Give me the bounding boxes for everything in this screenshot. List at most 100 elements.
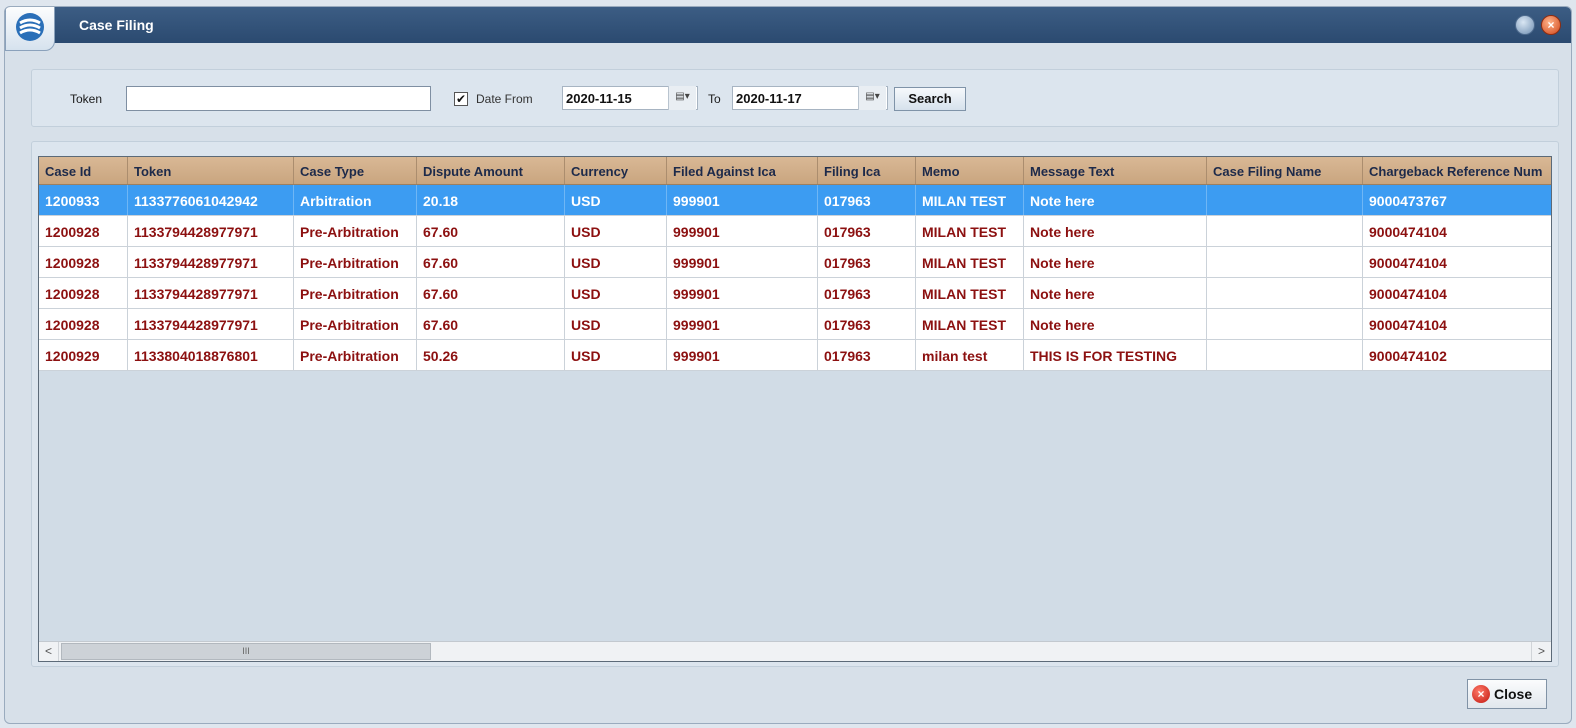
to-label: To — [708, 92, 721, 106]
table-cell: 999901 — [667, 309, 818, 339]
table-cell — [1207, 185, 1363, 215]
minimize-button[interactable] — [1515, 15, 1535, 35]
column-header[interactable]: Token — [128, 157, 294, 184]
table-row[interactable]: 1200928 1133794428977971 Pre-Arbitration 67… — [39, 309, 1551, 340]
date-from-label: Date From — [476, 92, 533, 106]
table-cell — [1207, 216, 1363, 246]
table-cell: Pre-Arbitration — [294, 278, 417, 308]
table-cell: MILAN TEST — [916, 247, 1024, 277]
table-cell: 017963 — [818, 309, 916, 339]
scroll-left-arrow-icon[interactable]: < — [39, 642, 59, 661]
table-cell: MILAN TEST — [916, 309, 1024, 339]
table-cell: 999901 — [667, 278, 818, 308]
table-cell: 1133794428977971 — [128, 278, 294, 308]
table-cell: 20.18 — [417, 185, 565, 215]
table-cell — [1207, 278, 1363, 308]
table-cell: 999901 — [667, 340, 818, 370]
table-cell: 9000474104 — [1363, 309, 1551, 339]
date-from-picker-icon[interactable]: ▤▾ — [668, 86, 696, 110]
grid-header: Case Id Token Case Type Dispute Amount Curre… — [39, 157, 1551, 185]
case-grid[interactable]: Case Id Token Case Type Dispute Amount Curre… — [38, 156, 1552, 662]
date-from-checkbox[interactable]: ✔ — [454, 92, 468, 106]
date-to-picker-icon[interactable]: ▤▾ — [858, 86, 886, 110]
table-cell: Note here — [1024, 216, 1207, 246]
column-header[interactable]: Dispute Amount — [417, 157, 565, 184]
table-row[interactable]: 1200933 1133776061042942 Arbitration 20.18 U… — [39, 185, 1551, 216]
column-header[interactable]: Chargeback Reference Num — [1363, 157, 1551, 184]
table-cell: 017963 — [818, 185, 916, 215]
table-cell: 017963 — [818, 340, 916, 370]
table-cell: MILAN TEST — [916, 278, 1024, 308]
table-cell: 017963 — [818, 247, 916, 277]
column-header[interactable]: Currency — [565, 157, 667, 184]
column-header[interactable]: Message Text — [1024, 157, 1207, 184]
table-cell: 67.60 — [417, 247, 565, 277]
table-cell: Pre-Arbitration — [294, 216, 417, 246]
column-header[interactable]: Case Filing Name — [1207, 157, 1363, 184]
token-input[interactable] — [126, 86, 431, 111]
filter-panel: Token ✔ Date From 2020-11-15 ▤▾ To 2020-… — [31, 69, 1559, 127]
table-cell — [1207, 309, 1363, 339]
close-button-label: Close — [1494, 686, 1533, 702]
close-x-icon: × — [1472, 685, 1490, 703]
table-row[interactable]: 1200928 1133794428977971 Pre-Arbitration 67… — [39, 247, 1551, 278]
table-cell: Note here — [1024, 247, 1207, 277]
table-row[interactable]: 1200928 1133794428977971 Pre-Arbitration 67… — [39, 216, 1551, 247]
table-cell: 1200929 — [39, 340, 128, 370]
table-cell: 1200928 — [39, 216, 128, 246]
window-close-button[interactable]: × — [1541, 15, 1561, 35]
table-cell: 1200928 — [39, 247, 128, 277]
table-cell: MILAN TEST — [916, 216, 1024, 246]
table-cell: 1133776061042942 — [128, 185, 294, 215]
date-to-value: 2020-11-17 — [736, 91, 802, 106]
table-cell: Pre-Arbitration — [294, 340, 417, 370]
column-header[interactable]: Filed Against Ica — [667, 157, 818, 184]
table-row[interactable]: 1200928 1133794428977971 Pre-Arbitration 67… — [39, 278, 1551, 309]
table-cell: 017963 — [818, 278, 916, 308]
case-filing-window: Case Filing × Token ✔ Date From 2020-11-… — [4, 6, 1572, 724]
table-cell: 9000474104 — [1363, 278, 1551, 308]
table-cell — [1207, 340, 1363, 370]
table-cell: 1133794428977971 — [128, 216, 294, 246]
horizontal-scrollbar[interactable]: < III > — [39, 641, 1551, 661]
table-cell — [1207, 247, 1363, 277]
scroll-thumb[interactable]: III — [61, 643, 431, 660]
table-cell: USD — [565, 216, 667, 246]
table-cell: 1200933 — [39, 185, 128, 215]
table-cell: USD — [565, 278, 667, 308]
column-header[interactable]: Case Type — [294, 157, 417, 184]
column-header[interactable]: Memo — [916, 157, 1024, 184]
table-cell: Arbitration — [294, 185, 417, 215]
table-cell: USD — [565, 247, 667, 277]
close-button[interactable]: × Close — [1467, 679, 1547, 709]
token-label: Token — [70, 92, 103, 106]
table-cell: Note here — [1024, 278, 1207, 308]
table-cell: USD — [565, 340, 667, 370]
table-cell: MILAN TEST — [916, 185, 1024, 215]
table-cell: 67.60 — [417, 278, 565, 308]
table-cell: 1133794428977971 — [128, 247, 294, 277]
title-bar[interactable]: Case Filing × — [5, 7, 1571, 43]
search-button[interactable]: Search — [894, 87, 966, 111]
table-cell: 9000473767 — [1363, 185, 1551, 215]
table-cell: milan test — [916, 340, 1024, 370]
table-cell: 999901 — [667, 247, 818, 277]
table-row[interactable]: 1200929 1133804018876801 Pre-Arbitration 50… — [39, 340, 1551, 371]
table-cell: 9000474104 — [1363, 216, 1551, 246]
table-cell: 50.26 — [417, 340, 565, 370]
table-cell: USD — [565, 309, 667, 339]
window-title: Case Filing — [79, 17, 154, 33]
table-cell: 1133794428977971 — [128, 309, 294, 339]
table-cell: USD — [565, 185, 667, 215]
table-cell: 67.60 — [417, 309, 565, 339]
table-cell: 999901 — [667, 185, 818, 215]
column-header[interactable]: Filing Ica — [818, 157, 916, 184]
table-cell: 1133804018876801 — [128, 340, 294, 370]
column-header[interactable]: Case Id — [39, 157, 128, 184]
app-logo-icon[interactable] — [5, 7, 55, 51]
table-cell: 999901 — [667, 216, 818, 246]
table-cell: Pre-Arbitration — [294, 309, 417, 339]
table-cell: 9000474102 — [1363, 340, 1551, 370]
scroll-right-arrow-icon[interactable]: > — [1531, 642, 1551, 661]
table-cell: 1200928 — [39, 309, 128, 339]
